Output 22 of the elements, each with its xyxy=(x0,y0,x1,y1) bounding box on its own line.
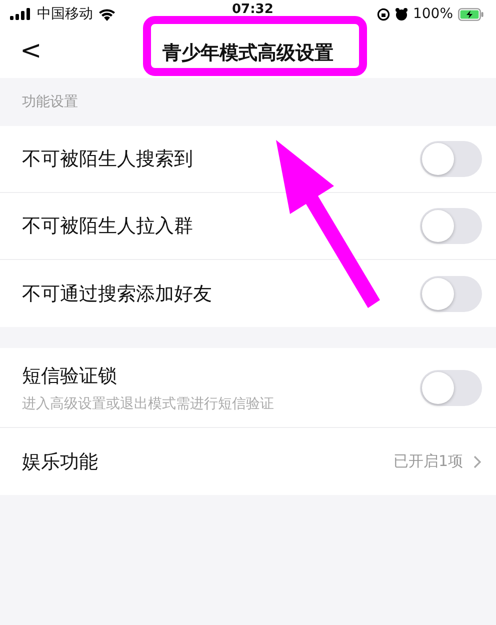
toggle-switch[interactable] xyxy=(420,370,482,406)
toggle-switch[interactable] xyxy=(420,276,482,312)
toggle-switch[interactable] xyxy=(420,208,482,244)
battery-percent: 100% xyxy=(412,6,453,22)
setting-label: 娱乐功能 xyxy=(22,450,98,474)
wifi-icon xyxy=(98,8,116,20)
alarm-icon xyxy=(394,8,408,20)
setting-label: 不可被陌生人拉入群 xyxy=(22,214,193,239)
status-time: 07:32 xyxy=(232,2,274,17)
battery-charging-icon xyxy=(458,8,484,20)
signal-icon xyxy=(10,8,32,20)
chevron-right-icon xyxy=(473,454,482,468)
section-title: 功能设置 xyxy=(21,93,79,112)
setting-hint: 进入高级设置或退出模式需进行短信验证 xyxy=(22,394,274,412)
setting-label: 短信验证锁 xyxy=(22,364,118,388)
rotation-lock-icon xyxy=(376,8,390,20)
setting-label: 不可通过搜索添加好友 xyxy=(22,282,212,306)
back-button[interactable]: < xyxy=(12,36,50,66)
setting-label: 不可被陌生人搜索到 xyxy=(22,147,193,172)
carrier-name: 中国移动 xyxy=(37,5,93,23)
toggle-switch[interactable] xyxy=(420,141,482,177)
page-title: 青少年模式高级设置 xyxy=(162,41,334,66)
